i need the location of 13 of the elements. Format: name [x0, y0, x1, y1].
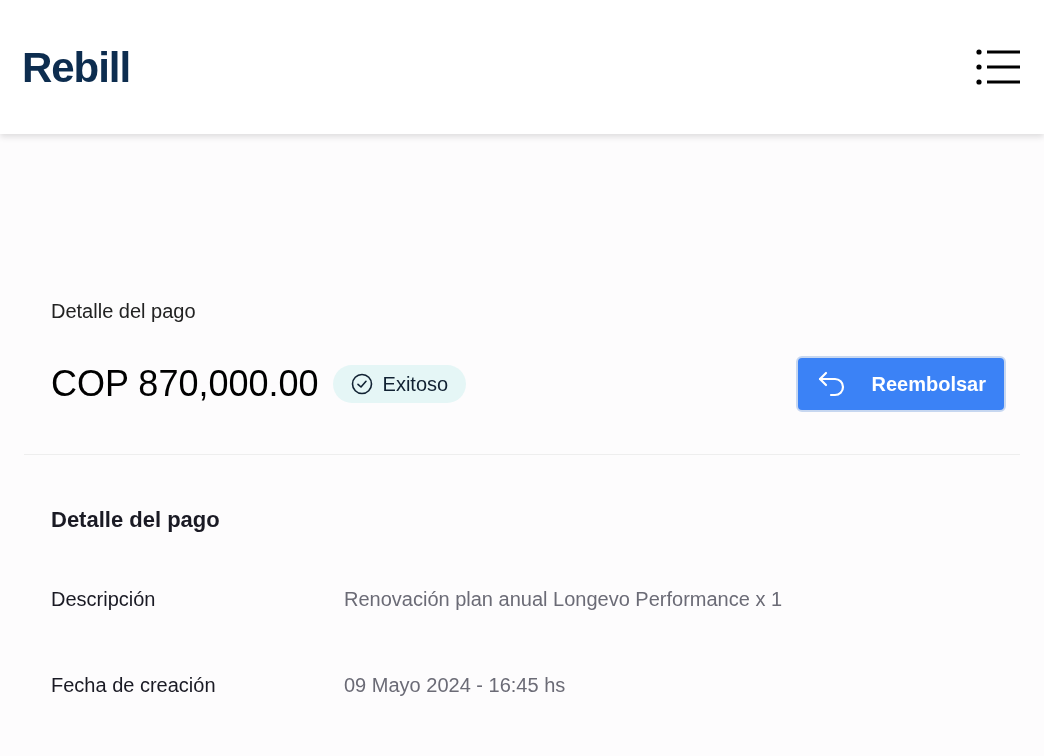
status-badge: Exitoso — [332, 365, 467, 403]
check-circle-icon — [350, 373, 373, 395]
field-label: Descripción — [51, 587, 157, 612]
field-label: Fecha de creación — [51, 673, 217, 698]
logo[interactable]: Rebill — [22, 35, 131, 99]
field-value: Renovación plan anual Longevo Performance x 1 — [344, 587, 783, 612]
field-value: 09 Mayo 2024 - 16:45 hs — [344, 673, 566, 698]
payment-amount: COP 870,000.00 — [51, 362, 319, 406]
section-title: Detalle del pago — [51, 506, 221, 534]
refund-button[interactable]: Reembolsar — [795, 356, 1006, 412]
undo-icon — [817, 371, 846, 397]
menu-icon[interactable] — [976, 49, 1020, 85]
section-label: Detalle del pago — [51, 299, 197, 324]
